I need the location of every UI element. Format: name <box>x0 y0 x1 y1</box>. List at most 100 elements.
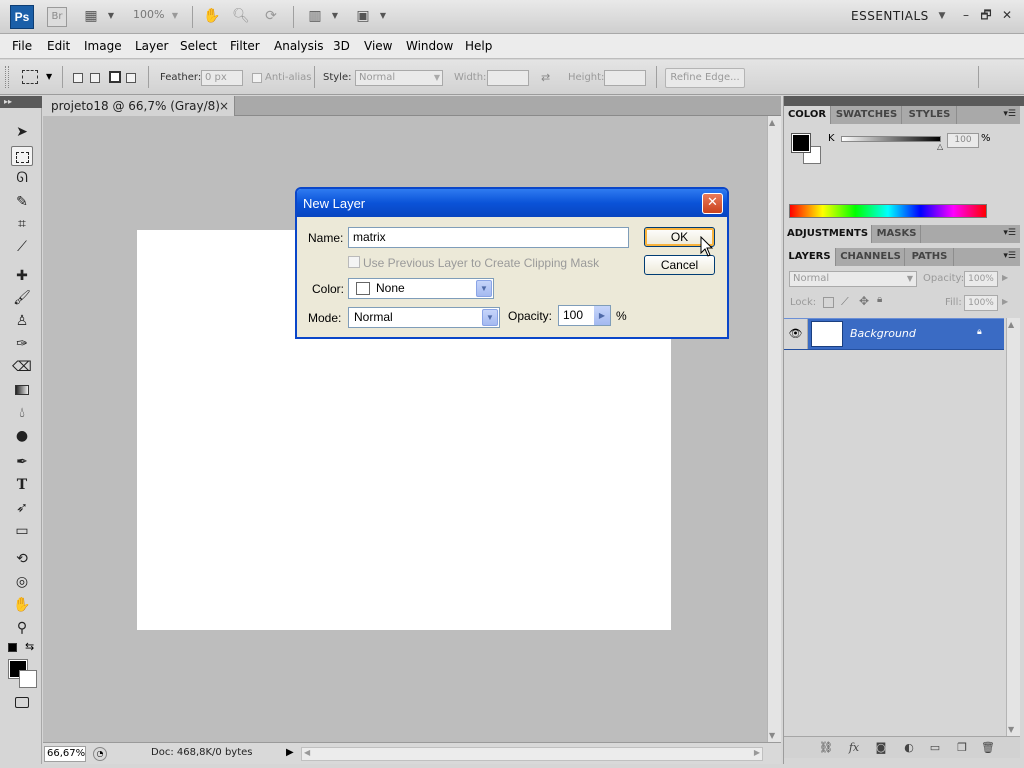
lock-transparency-icon[interactable] <box>823 297 834 308</box>
default-colors-icon[interactable] <box>8 643 17 652</box>
menu-help[interactable]: Help <box>465 39 492 53</box>
minimize-button[interactable]: – <box>959 8 973 22</box>
layer-opacity-input[interactable]: 100% <box>964 271 998 287</box>
new-group-icon[interactable]: ▭ <box>927 740 943 756</box>
panel-menu-icon[interactable]: ▾☰ <box>1003 251 1016 261</box>
tools-panel-collapse[interactable]: ▸▸ <box>0 96 42 108</box>
height-input[interactable] <box>604 70 646 86</box>
chevron-down-icon[interactable]: ▼ <box>933 8 951 24</box>
menu-3d[interactable]: 3D <box>333 39 350 53</box>
swap-colors-icon[interactable]: ⇆ <box>25 640 34 653</box>
restore-button[interactable]: 🗗 <box>979 8 993 22</box>
swap-dimensions-icon[interactable]: ⇄ <box>541 71 550 84</box>
zoom-tool-icon[interactable]: 🔍︎ <box>232 8 250 24</box>
lock-pixels-icon[interactable]: ⟋ <box>841 295 849 309</box>
add-to-selection-icon[interactable] <box>90 73 100 83</box>
zoom-level-select[interactable]: 100% <box>133 8 164 21</box>
blur-tool-icon[interactable]: 💧︎ <box>11 403 33 423</box>
rectangle-shape-tool-icon[interactable]: ▭ <box>11 521 33 541</box>
view-extras-icon[interactable]: ▦ <box>82 8 100 24</box>
dialog-close-button[interactable]: ✕ <box>702 193 723 214</box>
eraser-tool-icon[interactable]: ⌫ <box>11 357 33 377</box>
width-input[interactable] <box>487 70 529 86</box>
menu-layer[interactable]: Layer <box>135 39 168 53</box>
brush-tool-icon[interactable]: 🖌︎ <box>11 288 33 308</box>
new-layer-icon[interactable]: ❐ <box>954 740 970 756</box>
type-tool-icon[interactable]: T <box>11 475 33 495</box>
layer-name-input[interactable]: matrix <box>348 227 629 248</box>
zoom-tool-icon[interactable]: ⚲ <box>11 618 33 638</box>
quick-selection-tool-icon[interactable]: ✎ <box>11 192 33 212</box>
delete-layer-icon[interactable]: 🗑︎ <box>980 740 996 756</box>
clone-stamp-tool-icon[interactable]: ♙ <box>11 311 33 331</box>
scroll-left-icon[interactable]: ◀ <box>304 748 310 757</box>
style-select[interactable]: Normal ▼ <box>355 70 443 86</box>
color-spectrum-ramp[interactable] <box>789 204 987 218</box>
layer-color-select[interactable]: None ▼ <box>348 278 494 299</box>
scroll-up-icon[interactable]: ▲ <box>1008 320 1014 329</box>
clipping-mask-checkbox[interactable] <box>348 256 360 268</box>
feather-input[interactable]: 0 px <box>201 70 243 86</box>
scroll-right-icon[interactable]: ▶ <box>754 748 760 757</box>
crop-tool-icon[interactable]: ⌗ <box>11 214 33 234</box>
scroll-up-icon[interactable]: ▲ <box>769 118 775 127</box>
menu-filter[interactable]: Filter <box>230 39 260 53</box>
screen-mode-icon[interactable]: ▣ <box>354 8 372 24</box>
tab-paths[interactable]: PATHS <box>906 248 954 266</box>
quick-mask-icon[interactable] <box>11 692 33 712</box>
rotate-view-icon[interactable]: ⟳ <box>262 8 280 24</box>
close-icon[interactable]: × <box>219 96 229 116</box>
document-tab[interactable]: projeto18 @ 66,7% (Gray/8) × <box>43 96 235 116</box>
hand-tool-icon[interactable]: ✋ <box>11 595 33 615</box>
chevron-down-icon[interactable]: ▼ <box>102 8 120 24</box>
hand-tool-icon[interactable]: ✋ <box>203 8 221 24</box>
refine-edge-button[interactable]: Refine Edge... <box>665 68 745 88</box>
menu-file[interactable]: File <box>12 39 32 53</box>
tab-styles[interactable]: STYLES <box>903 106 957 124</box>
dodge-tool-icon[interactable]: ● <box>11 426 33 446</box>
scroll-down-icon[interactable]: ▼ <box>1008 725 1014 734</box>
layer-style-icon[interactable]: fx <box>846 740 862 756</box>
tab-swatches[interactable]: SWATCHES <box>832 106 902 124</box>
arrange-documents-icon[interactable]: ▥ <box>306 8 324 24</box>
opacity-slider-toggle-icon[interactable]: ▶ <box>594 306 610 325</box>
chevron-down-icon[interactable]: ▼ <box>326 8 344 24</box>
k-slider[interactable] <box>841 136 941 142</box>
pen-tool-icon[interactable]: ✒ <box>11 452 33 472</box>
status-menu-arrow-icon[interactable]: ▶ <box>286 747 294 758</box>
cancel-button[interactable]: Cancel <box>644 255 715 275</box>
subtract-from-selection-icon[interactable] <box>109 71 121 83</box>
dialog-title-bar[interactable]: New Layer ✕ <box>297 189 727 217</box>
lock-position-icon[interactable]: ✥ <box>859 294 869 308</box>
opacity-input[interactable]: 100 ▶ <box>558 305 611 326</box>
eye-icon[interactable]: 👁︎ <box>784 319 808 349</box>
chevron-right-icon[interactable]: ▶ <box>1002 273 1008 282</box>
lasso-tool-icon[interactable]: ᘏ <box>11 168 33 188</box>
menu-view[interactable]: View <box>364 39 392 53</box>
layers-scrollbar[interactable]: ▲ ▼ <box>1006 318 1020 736</box>
color-panel-foreground-swatch[interactable] <box>791 133 811 153</box>
menu-edit[interactable]: Edit <box>47 39 70 53</box>
close-app-button[interactable]: ✕ <box>1000 8 1014 22</box>
panel-dock-grip[interactable] <box>784 96 1024 106</box>
bridge-launch-button[interactable]: Br <box>47 7 67 27</box>
add-mask-icon[interactable]: ◙ <box>873 740 889 756</box>
zoom-input[interactable]: 66,67% <box>44 746 86 762</box>
scroll-down-icon[interactable]: ▼ <box>769 731 775 740</box>
slider-thumb-icon[interactable]: △ <box>937 142 943 151</box>
rectangular-marquee-tool-icon[interactable] <box>11 146 33 166</box>
options-grip[interactable] <box>5 66 9 88</box>
chevron-down-icon[interactable]: ▼ <box>46 72 52 81</box>
3d-rotate-tool-icon[interactable]: ⟲ <box>11 549 33 569</box>
eyedropper-tool-icon[interactable]: ⟋ <box>11 237 33 257</box>
background-color-swatch[interactable] <box>19 670 37 688</box>
link-layers-icon[interactable]: ⛓ <box>818 740 834 756</box>
vertical-scrollbar[interactable]: ▲ ▼ <box>767 116 781 742</box>
menu-image[interactable]: Image <box>84 39 122 53</box>
chevron-right-icon[interactable]: ▶ <box>1002 297 1008 306</box>
gradient-tool-icon[interactable] <box>11 380 33 400</box>
tab-adjustments[interactable]: ADJUSTMENTS <box>784 225 872 243</box>
photoshop-logo[interactable]: Ps <box>10 5 34 29</box>
fill-input[interactable]: 100% <box>964 295 998 311</box>
chevron-down-icon[interactable]: ▼ <box>166 8 184 24</box>
